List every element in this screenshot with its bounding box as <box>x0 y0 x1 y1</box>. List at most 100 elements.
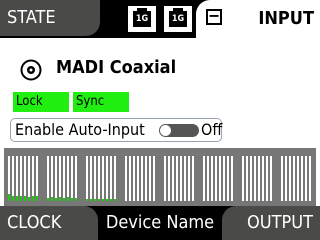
meter-level <box>16 196 18 201</box>
channel-meter <box>262 156 264 201</box>
tab-clock[interactable]: CLOCK <box>0 206 98 240</box>
meter-level <box>86 199 88 201</box>
meter-level <box>36 196 38 201</box>
channel-meter <box>309 156 311 201</box>
meter-group <box>8 156 40 201</box>
channel-meter <box>137 156 139 201</box>
top-bar: STATE 1G 1G − INPUT <box>0 0 320 38</box>
channel-meter <box>289 156 291 201</box>
ethernet-port-icon: 1G <box>164 6 192 32</box>
meter-level <box>32 196 34 201</box>
tab-output[interactable]: OUTPUT <box>222 206 320 240</box>
coaxial-connector-icon <box>20 59 42 81</box>
meter-level <box>110 199 112 201</box>
device-name[interactable]: Device Name <box>98 206 222 240</box>
channel-meter <box>149 156 151 201</box>
source-title: MADI Coaxial <box>56 57 177 78</box>
meter-level <box>28 197 30 201</box>
meter-level <box>114 199 116 201</box>
meter-level <box>94 199 96 201</box>
channel-meter <box>59 156 61 201</box>
ethernet-port-icon: 1G <box>128 6 156 32</box>
channel-meter <box>153 156 155 201</box>
channel-meter <box>24 156 26 201</box>
channel-meter <box>145 156 147 201</box>
meter-group <box>203 156 235 201</box>
channel-meter <box>176 156 178 201</box>
meter-group <box>164 156 196 201</box>
channel-meter <box>55 156 57 201</box>
auto-input-value: Off <box>201 120 223 139</box>
meter-level <box>67 197 69 201</box>
meter-level <box>63 198 65 201</box>
meter-group <box>86 156 118 201</box>
meter-level <box>102 199 104 201</box>
channel-meter <box>36 156 38 201</box>
channel-meter <box>172 156 174 201</box>
tab-input[interactable]: − INPUT <box>196 0 320 38</box>
channel-meter <box>285 156 287 201</box>
channel-meter <box>215 156 217 201</box>
meter-level <box>47 198 49 201</box>
tab-input-label: INPUT <box>258 8 314 29</box>
channel-meter <box>188 156 190 201</box>
channel-meter <box>129 156 131 201</box>
minus-box-icon[interactable]: − <box>206 8 222 25</box>
channel-meter <box>227 156 229 201</box>
meter-level <box>24 196 26 201</box>
channel-meter <box>114 156 116 201</box>
channel-meter <box>219 156 221 201</box>
channel-meter <box>20 156 22 201</box>
channel-meter <box>47 156 49 201</box>
channel-meter <box>168 156 170 201</box>
meter-group <box>47 156 79 201</box>
bottom-bar: CLOCK Device Name OUTPUT <box>0 206 320 240</box>
meter-level <box>106 199 108 201</box>
channel-meter <box>16 156 18 201</box>
channel-meter <box>106 156 108 201</box>
channel-meter <box>258 156 260 201</box>
channel-meter <box>102 156 104 201</box>
toggle-knob <box>160 125 171 136</box>
meter-level <box>90 199 92 201</box>
auto-input-toggle[interactable] <box>159 124 199 137</box>
meter-level <box>59 197 61 201</box>
io-label: 1G <box>169 8 187 27</box>
input-panel: MADI Coaxial Lock Sync Enable Auto-Input… <box>0 38 320 206</box>
channel-meter <box>184 156 186 201</box>
channel-meter <box>207 156 209 201</box>
meter-group <box>281 156 313 201</box>
channel-meter <box>203 156 205 201</box>
io-label: 1G <box>133 8 151 27</box>
auto-input-label: Enable Auto-Input <box>15 120 145 139</box>
channel-meter <box>141 156 143 201</box>
channel-meter <box>242 156 244 201</box>
meter-level <box>71 198 73 201</box>
meter-level <box>12 196 14 201</box>
channel-meter <box>297 156 299 201</box>
channel-meter <box>86 156 88 201</box>
channel-meters <box>4 148 316 206</box>
channel-meter <box>110 156 112 201</box>
meter-level <box>8 194 10 201</box>
channel-meter <box>28 156 30 201</box>
channel-meter <box>8 156 10 201</box>
channel-meter <box>63 156 65 201</box>
channel-meter <box>270 156 272 201</box>
channel-meter <box>12 156 14 201</box>
status-badge-lock: Lock <box>13 92 69 112</box>
meter-level <box>20 196 22 201</box>
channel-meter <box>293 156 295 201</box>
channel-meter <box>301 156 303 201</box>
meter-level <box>75 198 77 201</box>
tab-state[interactable]: STATE <box>0 0 100 36</box>
channel-meter <box>98 156 100 201</box>
channel-meter <box>231 156 233 201</box>
channel-meter <box>281 156 283 201</box>
auto-input-control[interactable]: Enable Auto-Input Off <box>10 118 222 142</box>
channel-meter <box>250 156 252 201</box>
channel-meter <box>90 156 92 201</box>
channel-meter <box>75 156 77 201</box>
channel-meter <box>246 156 248 201</box>
channel-meter <box>125 156 127 201</box>
